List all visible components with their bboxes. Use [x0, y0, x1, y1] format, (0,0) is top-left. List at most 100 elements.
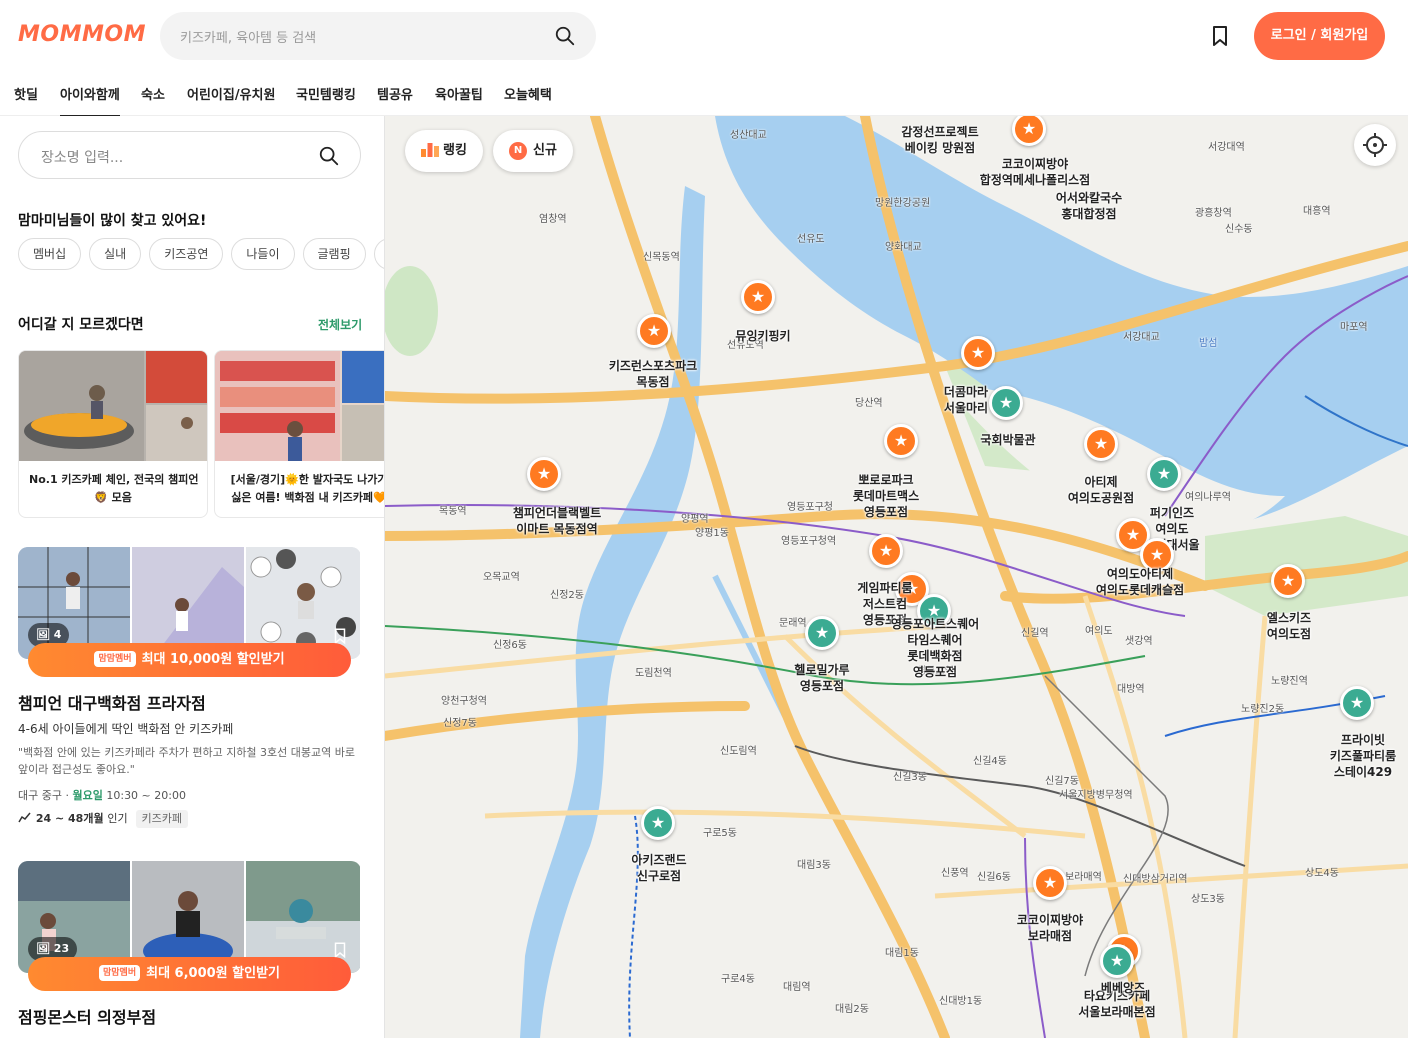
- map-pin[interactable]: ★: [884, 424, 918, 458]
- rec-card[interactable]: No.1 키즈카페 체인, 전국의 챔피언 🦁 모음: [18, 350, 208, 518]
- search-icon[interactable]: [554, 25, 576, 47]
- pin-label[interactable]: 챔피언더블랙벨트 이마트 목동점역: [513, 505, 601, 537]
- nav-tips[interactable]: 육아꿀팁: [435, 84, 483, 103]
- nav-with-kids[interactable]: 아이와함께: [60, 84, 120, 117]
- pin-label[interactable]: 베베앙즈: [1101, 980, 1145, 996]
- map-pin[interactable]: ★: [741, 280, 775, 314]
- nav-today-benefit[interactable]: 오늘혜택: [504, 84, 552, 103]
- rec-card-text: [서울/경기]🌞한 발자국도 나가기 싫은 여름! 백화점 내 키즈카페🧡: [230, 473, 385, 504]
- map-pin[interactable]: ★: [1100, 944, 1134, 978]
- chip-kids-show[interactable]: 키즈공연: [149, 238, 224, 270]
- search-bar[interactable]: 키즈카페, 육아템 등 검색: [160, 12, 596, 60]
- map-place-label: 구로4동: [721, 974, 755, 985]
- nav-stay[interactable]: 숙소: [141, 84, 165, 103]
- pin-label[interactable]: 감정선프로젝트 베이킹 망원점: [901, 124, 978, 156]
- place-name[interactable]: 점핑몬스터 의정부점: [18, 1004, 156, 1028]
- map-place-label: 보라매역: [1065, 872, 1102, 883]
- map-place-label: 노량진2동: [1241, 704, 1285, 715]
- map-pin[interactable]: ★: [641, 806, 675, 840]
- place-name[interactable]: 챔피언 대구백화점 프라자점: [18, 690, 206, 714]
- map-pin[interactable]: ★: [1084, 427, 1118, 461]
- nav-ranking[interactable]: 국민템랭킹: [296, 84, 356, 103]
- category-tag: 키즈카페: [135, 810, 188, 828]
- nav-share[interactable]: 템공유: [377, 84, 413, 103]
- chart-icon: [18, 812, 31, 823]
- ranking-button[interactable]: 랭킹: [405, 130, 483, 172]
- main-nav: 핫딜 아이와함께 숙소 어린이집/유치원 국민템랭킹 템공유 육아꿀팁 오늘혜택: [0, 72, 1408, 117]
- logo[interactable]: MOMMOM: [18, 22, 146, 47]
- map[interactable]: 랭킹 N 신규 성산대교 망원한강공원 양화대교 선유도 서강대교 밤섬 서강대역…: [385, 116, 1408, 1038]
- map-place-label: 양평역: [681, 514, 709, 525]
- bookmark-icon[interactable]: [1208, 24, 1232, 48]
- map-pin[interactable]: ★: [527, 457, 561, 491]
- pin-label[interactable]: 아키즈랜드 신구로점: [631, 852, 686, 884]
- map-base: [385, 116, 1408, 1038]
- map-place-label: 대흥역: [1303, 206, 1331, 217]
- pin-label[interactable]: 뽀로로파크 롯데마트맥스 영등포점: [853, 472, 919, 520]
- search-input[interactable]: 키즈카페, 육아템 등 검색: [180, 27, 316, 46]
- pin-label[interactable]: 뮤잉키핑키: [735, 328, 790, 344]
- new-button[interactable]: N 신규: [493, 130, 573, 172]
- pin-label[interactable]: 여의도아티제 여의도롯데캐슬점: [1096, 566, 1184, 598]
- map-pin[interactable]: ★: [989, 386, 1023, 420]
- map-place-label: 신길3동: [893, 772, 927, 783]
- place-review: "백화점 안에 있는 키즈카페라 주차가 편하고 지하철 3호선 대봉교역 바로…: [18, 746, 356, 776]
- map-place-label: 상도4동: [1305, 868, 1339, 879]
- chip-membership[interactable]: 멤버십: [18, 238, 82, 270]
- map-place-label: 신풍역: [941, 868, 969, 879]
- member-tag: 맘맘멤버: [94, 651, 136, 667]
- map-pin[interactable]: ★: [637, 314, 671, 348]
- place-meta: 대구 중구 · 월요일 10:30 ~ 20:00: [18, 789, 186, 802]
- map-pin[interactable]: ★: [1147, 457, 1181, 491]
- map-place-label: 신길6동: [977, 872, 1011, 883]
- map-pin[interactable]: ★: [805, 616, 839, 650]
- map-place-label: 마포역: [1340, 322, 1368, 333]
- pin-label[interactable]: 프라이빗 키즈풀파티룸 스테이429: [1330, 732, 1396, 780]
- map-place-label: 대방역: [1117, 684, 1145, 695]
- chip-camping[interactable]: 캠핑: [373, 238, 384, 270]
- map-pin[interactable]: ★: [869, 534, 903, 568]
- pin-label[interactable]: 코코이찌방야 보라매점: [1017, 912, 1083, 944]
- pin-label[interactable]: 더콤마라 서울마리: [944, 384, 988, 416]
- map-pin[interactable]: ★: [1271, 564, 1305, 598]
- search-icon[interactable]: [318, 145, 340, 167]
- pin-label[interactable]: 어서와칼국수 홍대합정점: [1056, 190, 1122, 222]
- map-place-label: 대림1동: [885, 948, 919, 959]
- place-search-input[interactable]: 장소명 입력...: [18, 131, 361, 179]
- map-pin[interactable]: ★: [1033, 866, 1067, 900]
- map-place-label: 신대방삼거리역: [1123, 874, 1188, 885]
- map-place-label: 노량진역: [1271, 676, 1308, 687]
- discount-button[interactable]: 맘맘멤버 최대 6,000원 할인받기: [28, 957, 351, 991]
- map-pin[interactable]: ★: [1340, 686, 1374, 720]
- pin-label[interactable]: 헬로밀가루 영등포점: [794, 662, 849, 694]
- place-age: 24 ~ 48개월 인기 키즈카페: [18, 810, 188, 828]
- map-place-label: 밤섬: [1199, 338, 1218, 349]
- map-pin[interactable]: ★: [961, 336, 995, 370]
- see-all-link[interactable]: 전체보기: [318, 316, 362, 333]
- map-place-label: 신길7동: [1045, 776, 1079, 787]
- rec-card-text: No.1 키즈카페 체인, 전국의 챔피언 🦁 모음: [29, 473, 199, 504]
- pin-label[interactable]: 영등포아트스퀘어 타임스퀘어 롯데백화점 영등포점: [891, 616, 979, 680]
- login-button[interactable]: 로그인 / 회원가입: [1254, 12, 1385, 60]
- map-place-label: 대림2동: [835, 1004, 869, 1015]
- rec-card[interactable]: [서울/경기]🌞한 발자국도 나가기 싫은 여름! 백화점 내 키즈카페🧡: [214, 350, 385, 518]
- chip-indoor[interactable]: 실내: [89, 238, 142, 270]
- pin-label[interactable]: 코코이찌방야 합정역메세나폴리스점: [980, 156, 1090, 188]
- map-place-label: 신길4동: [973, 756, 1007, 767]
- pin-label[interactable]: 아티제 여의도공원점: [1068, 474, 1134, 506]
- header: MOMMOM 키즈카페, 육아템 등 검색 로그인 / 회원가입: [0, 0, 1408, 72]
- discount-button[interactable]: 맘맘멤버 최대 10,000원 할인받기: [28, 643, 351, 677]
- map-place-label: 양천구청역: [441, 696, 487, 707]
- map-place-label: 염창역: [539, 214, 567, 225]
- pin-label[interactable]: 엘스키즈 여의도점: [1267, 610, 1311, 642]
- chip-outing[interactable]: 나들이: [231, 238, 295, 270]
- map-place-label: 도림천역: [635, 668, 672, 679]
- nav-hotdeal[interactable]: 핫딜: [14, 84, 38, 103]
- chip-glamping[interactable]: 글램핑: [302, 238, 366, 270]
- locate-button[interactable]: [1354, 124, 1396, 166]
- nav-daycare[interactable]: 어린이집/유치원: [187, 84, 275, 103]
- pin-label[interactable]: 키즈런스포츠파크 목동점: [609, 358, 697, 390]
- pin-label[interactable]: 국회박물관: [980, 432, 1035, 448]
- map-place-label: 양평1동: [695, 528, 729, 539]
- map-place-label: 신도림역: [720, 746, 757, 757]
